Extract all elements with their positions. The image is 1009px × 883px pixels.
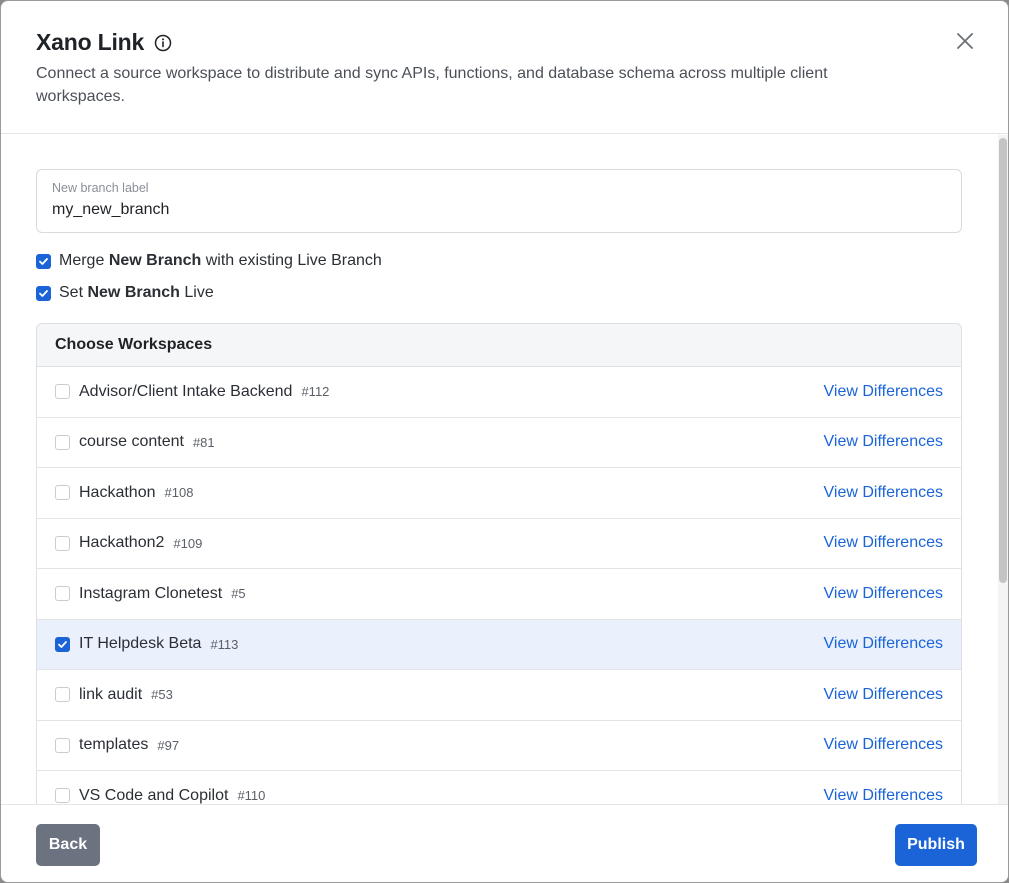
workspace-id: #5 bbox=[231, 586, 246, 602]
modal-body: New branch label Merge New Branch with e… bbox=[1, 135, 1008, 805]
view-differences-link[interactable]: View Differences bbox=[824, 534, 943, 552]
xano-link-modal: Xano Link Connect a source workspace to … bbox=[0, 0, 1009, 883]
scrollbar-thumb[interactable] bbox=[999, 138, 1007, 583]
modal-subtitle: Connect a source workspace to distribute… bbox=[36, 65, 828, 105]
workspace-checkbox[interactable] bbox=[55, 434, 70, 450]
merge-label: Merge New Branch with existing Live Bran… bbox=[59, 252, 382, 269]
back-button[interactable]: Back bbox=[36, 824, 100, 866]
workspace-name: link audit bbox=[79, 685, 143, 703]
view-differences-link[interactable]: View Differences bbox=[824, 736, 943, 754]
workspace-row[interactable]: Instagram Clonetest #5 View Differences bbox=[37, 569, 961, 620]
branch-label-caption: New branch label bbox=[52, 181, 149, 195]
checkmark-icon bbox=[39, 257, 48, 265]
workspace-row[interactable]: templates #97 View Differences bbox=[37, 720, 961, 771]
view-differences-link[interactable]: View Differences bbox=[824, 383, 943, 401]
workspace-name: Advisor/Client Intake Backend bbox=[79, 382, 293, 400]
workspace-name: Instagram Clonetest bbox=[79, 584, 223, 602]
workspace-checkbox[interactable] bbox=[55, 384, 70, 400]
modal-header: Xano Link Connect a source workspace to … bbox=[1, 1, 1008, 134]
workspace-id: #113 bbox=[210, 636, 239, 652]
view-differences-link[interactable]: View Differences bbox=[824, 585, 943, 603]
merge-checkbox[interactable] bbox=[36, 253, 51, 269]
workspace-name: templates bbox=[79, 736, 149, 754]
view-differences-link[interactable]: View Differences bbox=[824, 433, 943, 451]
workspace-row[interactable]: Hackathon2 #109 View Differences bbox=[37, 518, 961, 569]
view-differences-link[interactable]: View Differences bbox=[824, 484, 943, 502]
workspace-id: #97 bbox=[157, 737, 180, 753]
workspace-id: #81 bbox=[192, 434, 215, 450]
close-button[interactable] bbox=[953, 29, 977, 53]
workspace-name: Hackathon bbox=[79, 483, 156, 501]
workspace-checkbox[interactable] bbox=[55, 535, 70, 551]
workspace-row[interactable]: VS Code and Copilot #110 View Differences bbox=[37, 771, 961, 805]
view-differences-link[interactable]: View Differences bbox=[824, 787, 943, 805]
checkmark-icon bbox=[39, 289, 48, 297]
workspace-id: #112 bbox=[301, 384, 330, 400]
workspace-checkbox[interactable] bbox=[55, 737, 70, 753]
workspace-checkbox[interactable] bbox=[55, 485, 70, 501]
set-live-label: Set New Branch Live bbox=[59, 284, 214, 301]
workspaces-table: Choose Workspaces Advisor/Client Intake … bbox=[36, 323, 962, 805]
close-icon bbox=[957, 33, 973, 49]
workspace-checkbox[interactable] bbox=[55, 687, 70, 703]
checkmark-icon bbox=[58, 640, 67, 648]
workspace-row[interactable]: Advisor/Client Intake Backend #112 View Di… bbox=[37, 367, 961, 418]
workspace-name: IT Helpdesk Beta bbox=[79, 635, 202, 653]
workspace-checkbox[interactable] bbox=[55, 788, 70, 804]
set-live-option[interactable]: Set New Branch Live bbox=[36, 284, 214, 302]
workspace-name: Hackathon2 bbox=[79, 534, 165, 552]
workspace-name: course content bbox=[79, 433, 184, 451]
merge-option[interactable]: Merge New Branch with existing Live Bran… bbox=[36, 252, 382, 270]
workspace-checkbox[interactable] bbox=[55, 636, 70, 652]
workspace-row[interactable]: Hackathon #108 View Differences bbox=[37, 468, 961, 519]
workspace-id: #53 bbox=[151, 687, 173, 703]
scrollbar[interactable] bbox=[998, 135, 1008, 805]
workspace-id: #110 bbox=[237, 788, 266, 804]
branch-label-input[interactable] bbox=[52, 201, 932, 219]
workspace-id: #109 bbox=[173, 535, 203, 551]
modal-footer: Back Publish bbox=[1, 804, 1008, 882]
publish-button[interactable]: Publish bbox=[895, 824, 977, 866]
modal-title: Xano Link bbox=[36, 29, 145, 55]
branch-label-field[interactable]: New branch label bbox=[36, 169, 962, 233]
info-icon[interactable] bbox=[154, 34, 172, 52]
workspace-row[interactable]: IT Helpdesk Beta #113 View Differences bbox=[37, 619, 961, 670]
workspace-id: #108 bbox=[164, 485, 194, 501]
workspace-row[interactable]: course content #81 View Differences bbox=[37, 417, 961, 468]
workspaces-heading: Choose Workspaces bbox=[37, 324, 961, 367]
view-differences-link[interactable]: View Differences bbox=[824, 635, 943, 653]
workspace-row[interactable]: link audit #53 View Differences bbox=[37, 670, 961, 721]
set-live-checkbox[interactable] bbox=[36, 285, 51, 301]
workspace-name: VS Code and Copilot bbox=[79, 786, 229, 804]
workspace-checkbox[interactable] bbox=[55, 586, 70, 602]
title-row: Xano Link bbox=[36, 29, 172, 56]
view-differences-link[interactable]: View Differences bbox=[824, 686, 943, 704]
workspace-list: Advisor/Client Intake Backend #112 View Di… bbox=[37, 367, 961, 805]
